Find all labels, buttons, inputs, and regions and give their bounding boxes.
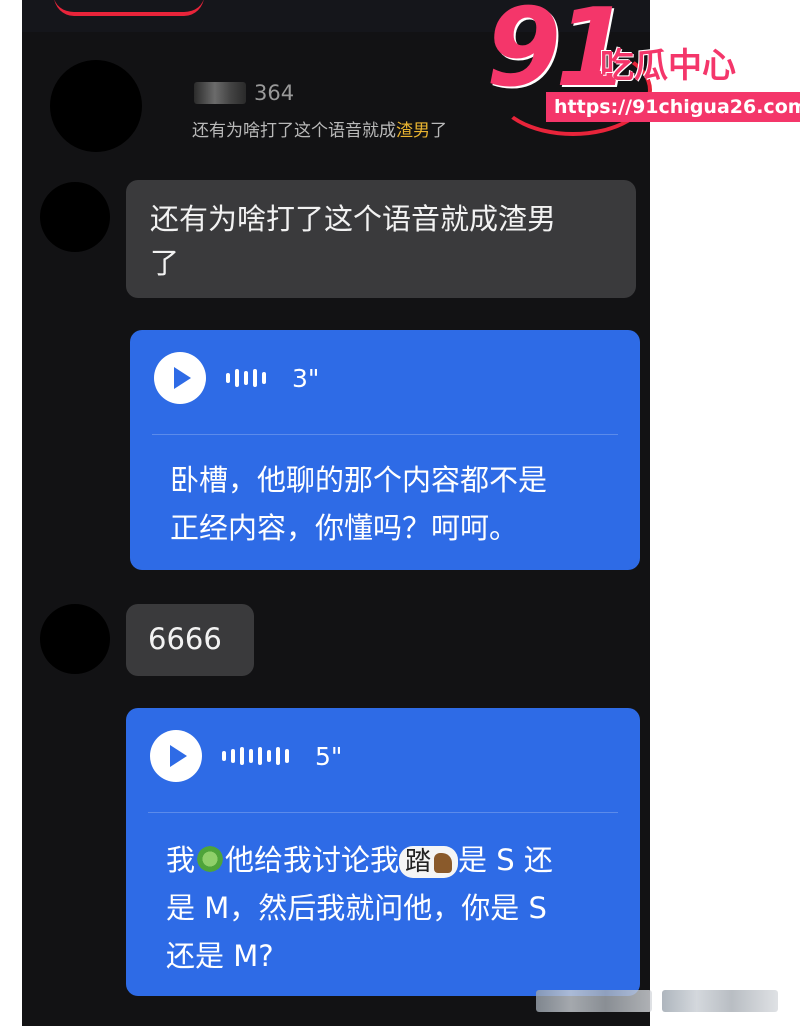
quote-count: 364 [254, 81, 295, 105]
watermark-logo-name: 吃瓜中心 [600, 46, 736, 86]
text-message-bubble[interactable]: 还有为啥打了这个语音就成渣男 了 [126, 180, 636, 298]
voice-player: 5" [150, 730, 342, 782]
voice-message-bubble[interactable]: 3" 卧槽，他聊的那个内容都不是 正经内容，你懂吗？呵呵。 [130, 330, 640, 570]
watermark-url: https://91chigua26.com [546, 92, 800, 122]
avatar[interactable] [40, 604, 110, 674]
voice-transcript: 还是 M? [166, 939, 274, 973]
divider [152, 434, 618, 435]
text-message-bubble[interactable]: 6666 [126, 604, 254, 676]
divider [148, 812, 618, 813]
message-text: 6666 [148, 622, 222, 656]
voice-duration: 5" [315, 741, 343, 771]
horse-emoji [434, 853, 453, 873]
play-icon[interactable] [150, 730, 202, 782]
sticker: 踏 [399, 846, 459, 878]
blurred-username [194, 82, 246, 104]
quote-meta: 364 [194, 80, 294, 106]
voice-wave-icon [222, 744, 289, 768]
blurred-region [536, 990, 652, 1012]
leaf-emoji [195, 844, 226, 874]
play-icon[interactable] [154, 352, 206, 404]
message-text: 还有为啥打了这个语音就成渣男 [150, 202, 557, 236]
highlight-text: 渣男 [396, 121, 430, 141]
message-text: 了 [150, 246, 180, 280]
voice-transcript: 卧槽，他聊的那个内容都不是 [170, 463, 548, 497]
blurred-region [662, 990, 778, 1012]
voice-transcript: 正经内容，你懂吗？呵呵。 [170, 511, 519, 545]
voice-transcript: 我他给我讨论我踏是 S 还 [166, 843, 553, 878]
voice-transcript: 是 M，然后我就问他，你是 S [166, 891, 547, 925]
avatar[interactable] [50, 60, 142, 152]
voice-wave-icon [226, 366, 266, 390]
red-annotation-mark [54, 0, 204, 16]
voice-message-bubble[interactable]: 5" 我他给我讨论我踏是 S 还 是 M，然后我就问他，你是 S 还是 M? [126, 708, 640, 996]
quoted-message: 还有为啥打了这个语音就成渣男了 [192, 121, 447, 141]
chat-screen: 364 还有为啥打了这个语音就成渣男了 还有为啥打了这个语音就成渣男 了 3" … [22, 0, 650, 1026]
voice-duration: 3" [292, 363, 320, 393]
avatar[interactable] [40, 182, 110, 252]
voice-player: 3" [154, 352, 319, 404]
